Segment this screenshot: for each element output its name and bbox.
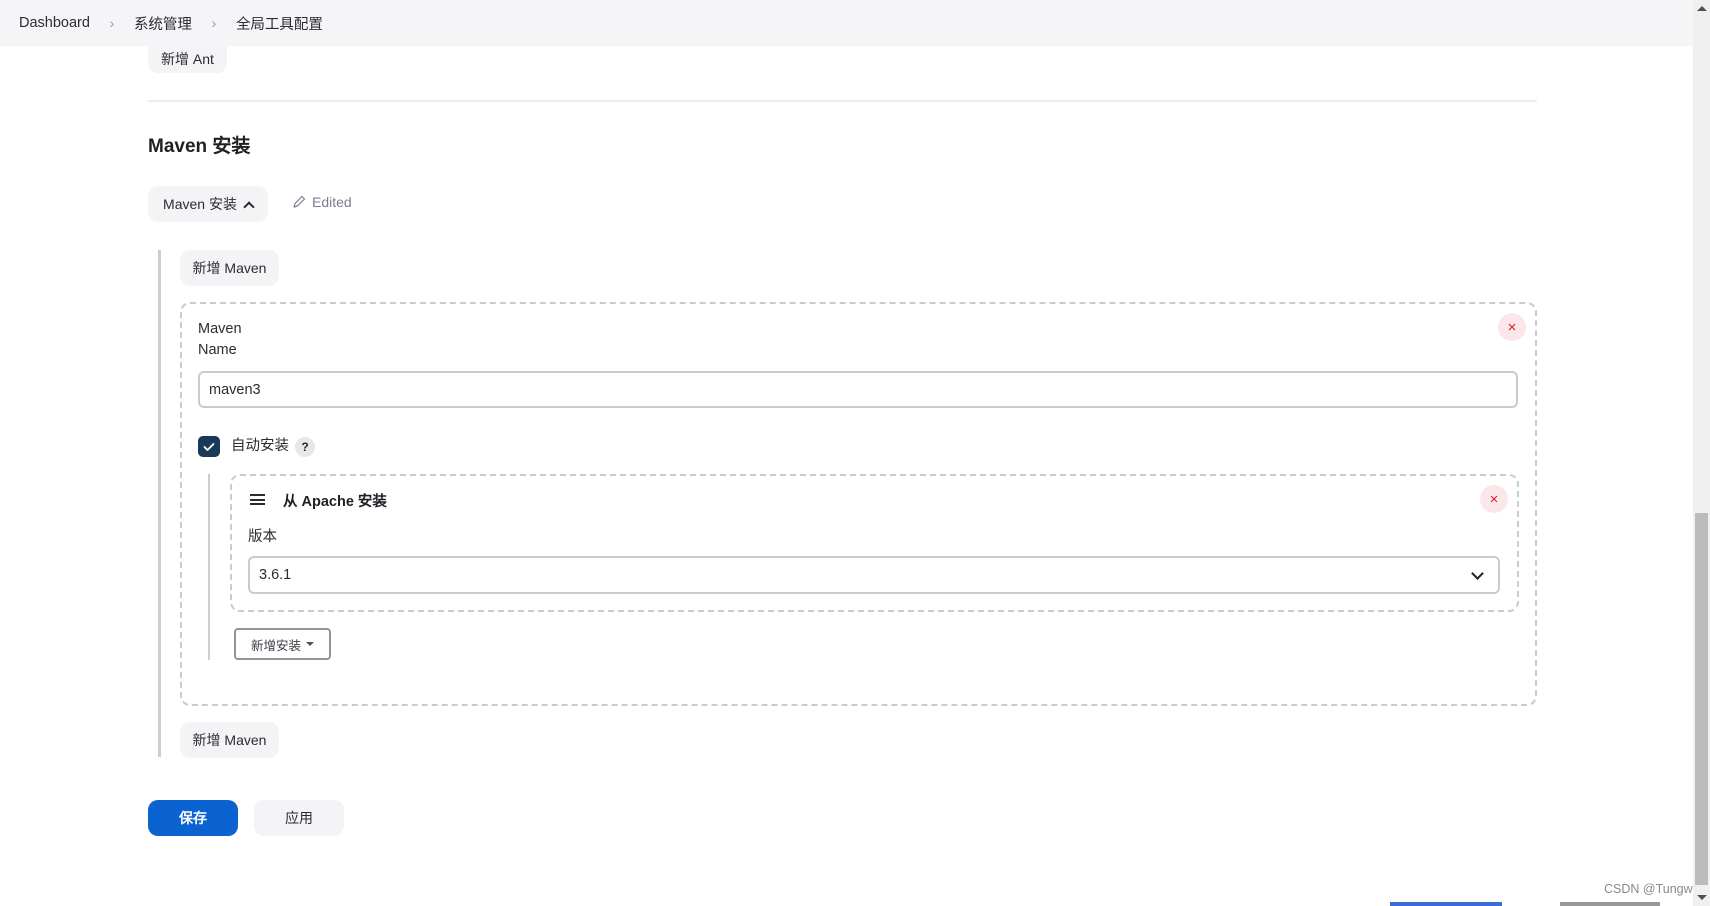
remove-installation-button[interactable]: ×	[1498, 313, 1526, 341]
breadcrumb-dashboard[interactable]: Dashboard	[19, 15, 90, 31]
checkmark-icon	[203, 442, 215, 451]
scroll-down-arrow-icon[interactable]	[1697, 895, 1707, 900]
auto-install-label[interactable]: 自动安装	[231, 436, 289, 457]
save-label: 保存	[179, 810, 207, 826]
maven-name-label-line2: Name	[198, 342, 237, 358]
maven-name-label-line1: Maven	[198, 321, 242, 337]
footer-text-fragment	[1560, 902, 1660, 906]
add-installer-label: 新增安装	[250, 638, 301, 653]
chevron-right-icon: ›	[109, 15, 115, 31]
vertical-scrollbar[interactable]	[1693, 0, 1710, 906]
remove-installer-button[interactable]: ×	[1480, 485, 1508, 513]
maven-section-title: Maven 安装	[148, 136, 251, 157]
add-ant-label: 新增 Ant	[161, 50, 214, 67]
breadcrumb-bar: Dashboard › 系统管理 › 全局工具配置	[0, 0, 1693, 46]
chevron-right-icon: ›	[211, 15, 217, 31]
installer-title: 从 Apache 安装	[283, 494, 387, 510]
footer-link-fragment	[1390, 902, 1502, 906]
toggle-label: Maven 安装	[163, 196, 237, 212]
apply-button[interactable]: 应用	[254, 800, 344, 836]
add-maven-label: 新增 Maven	[192, 732, 267, 748]
save-button[interactable]: 保存	[148, 800, 238, 836]
scrollbar-thumb[interactable]	[1695, 513, 1708, 885]
close-icon: ×	[1507, 318, 1517, 336]
version-label: 版本	[248, 529, 277, 545]
add-installer-dropdown-button[interactable]: 新增安装	[234, 628, 331, 660]
edited-indicator: Edited	[292, 194, 352, 210]
maven-installations-toggle[interactable]: Maven 安装	[148, 186, 268, 222]
breadcrumb-system-management[interactable]: 系统管理	[134, 13, 192, 34]
chevron-down-icon	[1471, 567, 1484, 580]
caret-down-icon	[306, 642, 314, 646]
breadcrumb-global-tool-config[interactable]: 全局工具配置	[236, 13, 323, 34]
list-rail	[158, 250, 161, 757]
add-maven-button-bottom[interactable]: 新增 Maven	[180, 722, 279, 758]
version-select[interactable]: 3.6.1	[248, 556, 1500, 594]
edited-label: Edited	[312, 194, 352, 210]
pencil-icon	[293, 195, 306, 208]
scroll-up-arrow-icon[interactable]	[1697, 6, 1707, 11]
apply-label: 应用	[285, 810, 313, 826]
drag-handle-icon[interactable]	[250, 494, 265, 505]
help-icon[interactable]: ?	[295, 437, 315, 457]
auto-install-checkbox[interactable]	[198, 436, 220, 457]
add-maven-button-top[interactable]: 新增 Maven	[180, 250, 279, 286]
chevron-up-icon	[243, 200, 255, 213]
add-maven-label: 新增 Maven	[192, 260, 267, 276]
close-icon: ×	[1489, 490, 1499, 508]
installer-rail	[208, 474, 210, 660]
version-value: 3.6.1	[259, 567, 292, 583]
maven-name-value: maven3	[209, 381, 261, 398]
watermark: CSDN @Tungwli	[1604, 882, 1699, 896]
maven-name-input[interactable]: maven3	[198, 371, 1518, 408]
maven-name-label: Maven Name	[198, 319, 242, 361]
section-divider	[148, 100, 1537, 102]
